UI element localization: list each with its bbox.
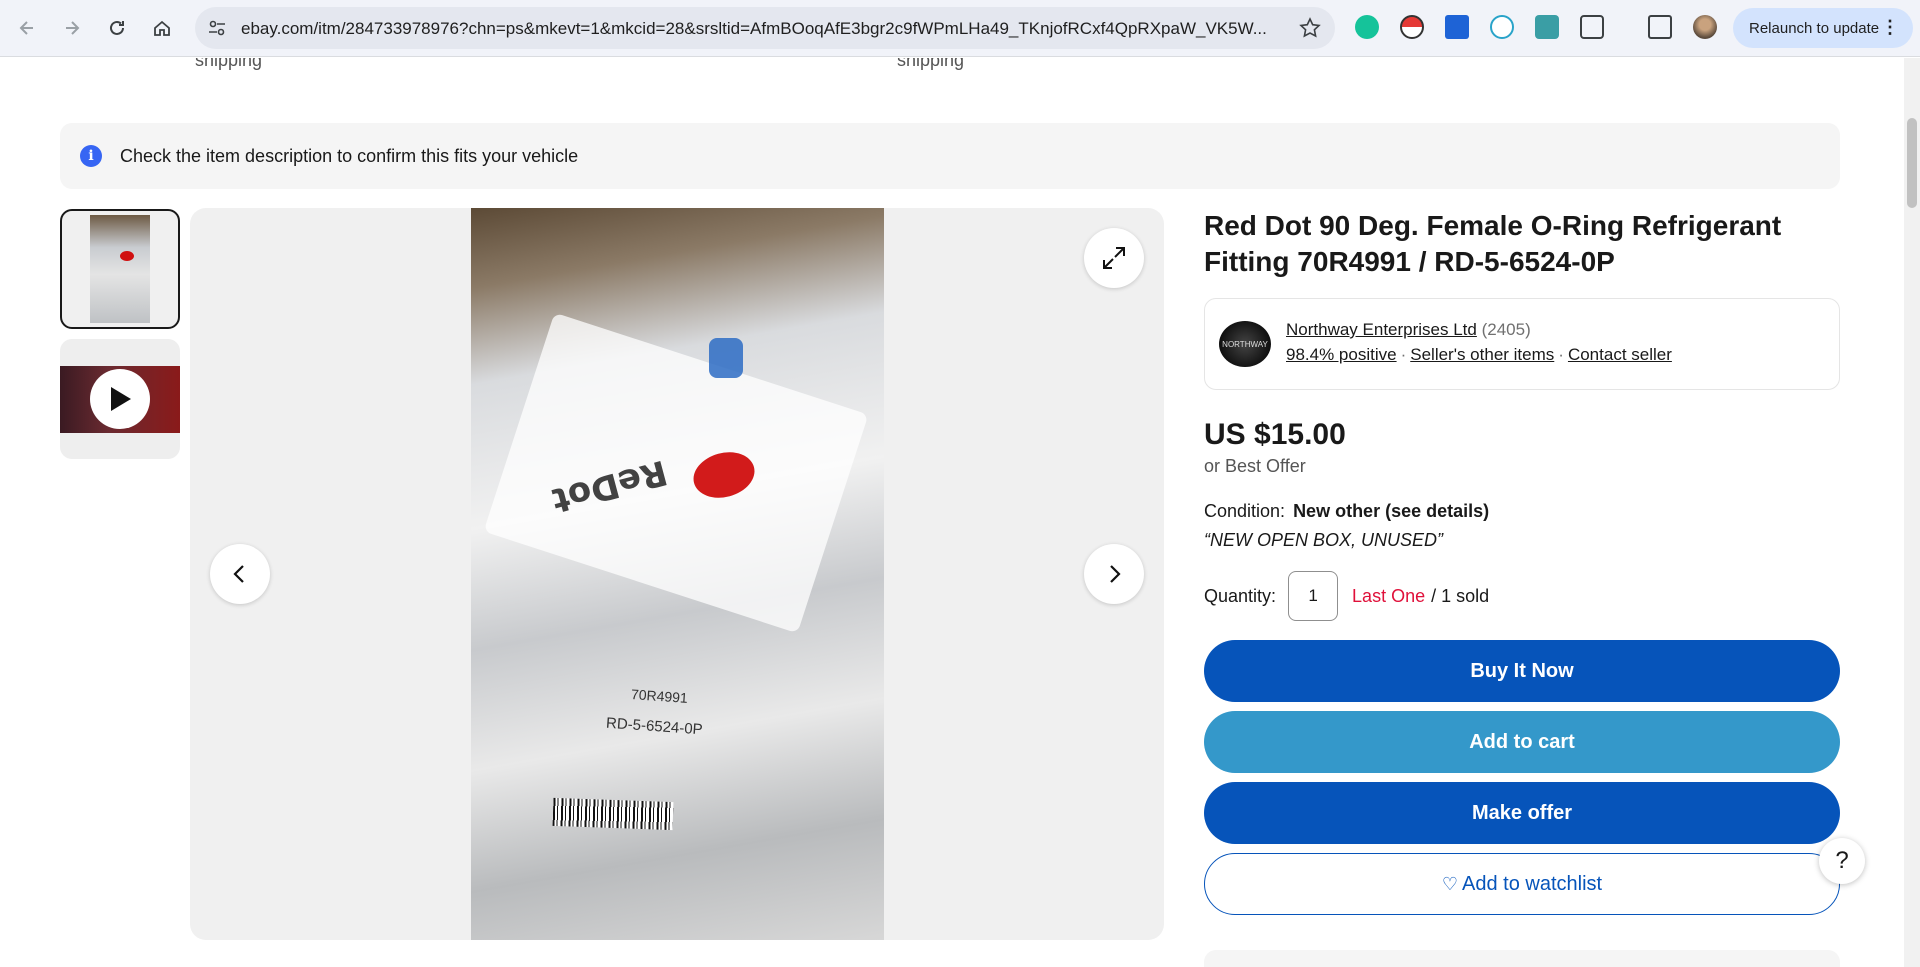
back-button[interactable] [9, 10, 45, 46]
quantity-input[interactable]: 1 [1288, 571, 1339, 621]
seller-links: 98.4% positive · Seller's other items · Cont… [1286, 345, 1672, 364]
thumbnail-video[interactable] [60, 339, 180, 459]
relaunch-label: Relaunch to update [1749, 19, 1880, 37]
reload-icon [110, 20, 124, 35]
scrollbar-thumb[interactable] [1907, 118, 1917, 208]
globe-extension-icon[interactable] [1490, 15, 1514, 39]
watchlist-label: Add to watchlist [1462, 872, 1603, 895]
expand-icon [1103, 247, 1125, 269]
page-scrollbar[interactable] [1904, 58, 1920, 967]
bookmark-star-icon[interactable] [1299, 17, 1321, 39]
sold-count: / 1 sold [1431, 585, 1490, 606]
positive-feedback-link[interactable]: 98.4% positive [1286, 345, 1397, 364]
add-to-cart-button[interactable]: Add to cart [1204, 711, 1840, 773]
add-to-watchlist-button[interactable]: ♡ Add to watchlist [1204, 853, 1840, 915]
item-title: Red Dot 90 Deg. Female O-Ring Refrigeran… [1204, 210, 1782, 277]
photo-bag [483, 312, 869, 634]
site-settings-icon[interactable] [207, 18, 227, 38]
pokeball-extension-icon[interactable] [1400, 15, 1424, 39]
forward-button[interactable] [54, 10, 90, 46]
chevron-right-icon [1110, 565, 1121, 583]
relaunch-button[interactable]: Relaunch to update ⋮ [1733, 8, 1913, 48]
side-panel-icon[interactable] [1648, 15, 1672, 39]
chevron-left-icon [233, 565, 244, 583]
menu-dots-icon[interactable]: ⋮ [1881, 17, 1899, 37]
photo-part-code: RD-5-6524-0P [605, 714, 704, 739]
condition-note: “NEW OPEN BOX, UNUSED” [1204, 530, 1444, 550]
chart-extension-icon[interactable] [1445, 15, 1469, 39]
seller-name-link[interactable]: Northway Enterprises Ltd [1286, 320, 1477, 339]
condition-row: Condition: New other (see details) [1204, 501, 1840, 522]
photo-barcode [552, 797, 674, 831]
shipping-label: shipping [897, 58, 965, 70]
extensions-puzzle-icon[interactable] [1580, 15, 1604, 39]
photo-cap [709, 338, 743, 378]
camera-extension-icon[interactable] [1535, 15, 1559, 39]
previous-image-button[interactable] [210, 544, 270, 604]
browser-toolbar: ebay.com/itm/284733978976?chn=ps&mkevt=1… [0, 0, 1920, 57]
buy-it-now-button[interactable]: Buy It Now [1204, 640, 1840, 702]
home-button[interactable] [144, 10, 180, 46]
address-bar[interactable]: ebay.com/itm/284733978976?chn=ps&mkevt=1… [195, 7, 1335, 49]
last-one-label: Last One [1352, 585, 1426, 606]
back-arrow-icon [19, 21, 33, 35]
play-icon[interactable] [90, 369, 150, 429]
thumbnail-photo[interactable] [60, 209, 180, 329]
quantity-label: Quantity: [1204, 585, 1277, 606]
image-gallery: ReDot 70R4991 RD-5-6524-0P [190, 208, 1164, 940]
seller-name-row: Northway Enterprises Ltd (2405) [1286, 320, 1531, 340]
thumbnail-image [90, 215, 150, 323]
seller-card: NORTHWAY Northway Enterprises Ltd (2405)… [1204, 298, 1840, 390]
contact-seller-link[interactable]: Contact seller [1568, 345, 1672, 364]
fullscreen-button[interactable] [1084, 228, 1144, 288]
home-icon [154, 20, 170, 36]
condition-value: New other (see details) [1293, 501, 1490, 521]
page-content: shipping shipping i Check the item descr… [0, 58, 1904, 967]
item-price: US $15.00 [1204, 418, 1346, 451]
info-icon: i [80, 145, 102, 167]
condition-label: Condition: [1204, 501, 1286, 521]
url-text[interactable]: ebay.com/itm/284733978976?chn=ps&mkevt=1… [241, 19, 1281, 39]
quantity-row: Quantity: 1 Last One / 1 sold [1204, 571, 1840, 621]
grammarly-extension-icon[interactable] [1355, 15, 1379, 39]
item-details: Red Dot 90 Deg. Female O-Ring Refrigeran… [1204, 208, 1840, 915]
photo-part-number: 70R4991 [630, 686, 689, 706]
heart-icon: ♡ [1441, 873, 1459, 894]
forward-arrow-icon [66, 21, 80, 35]
shipping-label: shipping [195, 58, 263, 70]
best-offer-label: or Best Offer [1204, 456, 1306, 476]
next-card-edge [1204, 950, 1840, 967]
help-button[interactable]: ? [1819, 838, 1865, 884]
product-photo[interactable]: ReDot 70R4991 RD-5-6524-0P [471, 208, 884, 940]
reload-button[interactable] [99, 10, 135, 46]
seller-feedback-count: (2405) [1481, 320, 1531, 339]
seller-logo[interactable]: NORTHWAY [1219, 321, 1271, 367]
fitment-text: Check the item description to confirm th… [120, 145, 579, 166]
next-image-button[interactable] [1084, 544, 1144, 604]
fitment-banner: i Check the item description to confirm … [60, 123, 1840, 189]
make-offer-button[interactable]: Make offer [1204, 782, 1840, 844]
seller-other-items-link[interactable]: Seller's other items [1410, 345, 1554, 364]
profile-avatar[interactable] [1693, 15, 1717, 39]
